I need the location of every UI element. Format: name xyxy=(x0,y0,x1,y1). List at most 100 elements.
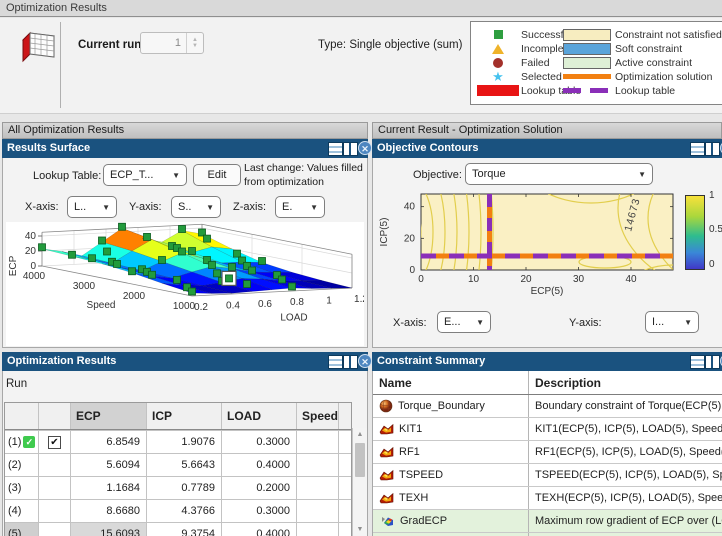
split-columns-icon[interactable] xyxy=(343,355,358,369)
constraint-name: GradECP xyxy=(373,510,529,532)
svg-text:40: 40 xyxy=(25,231,37,242)
checkbox-cell[interactable]: ✔ xyxy=(39,431,71,453)
value-cell[interactable] xyxy=(297,454,339,476)
svg-text:30: 30 xyxy=(573,274,585,285)
table-row[interactable]: (3) 1.1684 0.7789 0.2000 xyxy=(5,476,351,499)
checkbox-cell[interactable] xyxy=(39,477,71,499)
row-label: (1) ✓ xyxy=(5,431,39,453)
optimization-type-text: Type: Single objective (sum) xyxy=(318,39,463,51)
table-row[interactable]: (4) 8.6680 4.3766 0.3000 xyxy=(5,499,351,522)
lookup-table-dropdown[interactable]: ECP_T... ▼ xyxy=(103,164,187,186)
x-axis-dropdown[interactable]: L.. ▼ xyxy=(67,196,117,218)
constraint-row[interactable]: RF1 RF1(ECP(5), ICP(5), LOAD(5), Speed(5 xyxy=(373,441,722,464)
constraint-row[interactable]: TSPEED TSPEED(ECP(5), ICP(5), LOAD(5), Sp xyxy=(373,464,722,487)
value-cell[interactable] xyxy=(297,477,339,499)
contour-y-axis-dropdown[interactable]: I... ▼ xyxy=(645,311,699,333)
scroll-up-icon[interactable]: ▲ xyxy=(353,431,367,438)
constraint-name: TSPEED xyxy=(373,464,529,486)
legend-item: Active constraint xyxy=(563,56,722,69)
split-rows-icon[interactable] xyxy=(328,142,343,156)
table-scrollbar[interactable]: ▲ ▼ xyxy=(352,428,367,536)
value-cell[interactable]: 5.6094 xyxy=(71,454,147,476)
value-cell[interactable]: 0.4000 xyxy=(222,454,297,476)
value-cell[interactable]: 9.3754 xyxy=(147,523,222,536)
surface-icon xyxy=(379,423,394,435)
value-cell[interactable]: 6.8549 xyxy=(71,431,147,453)
column-header-speed[interactable]: Speed xyxy=(297,403,339,429)
value-cell[interactable] xyxy=(297,431,339,453)
column-header-icp[interactable]: ICP xyxy=(147,403,222,429)
value-cell[interactable]: 4.3766 xyxy=(147,500,222,522)
results-surface-plot[interactable]: 0204040003000200010000.20.40.60.811.2Spe… xyxy=(6,222,364,346)
column-header-description[interactable]: Description xyxy=(529,371,722,394)
value-cell[interactable]: 0.4000 xyxy=(222,523,297,536)
split-rows-icon[interactable] xyxy=(690,355,705,369)
constraint-name: Torque_Boundary xyxy=(373,395,529,417)
split-rows-icon[interactable] xyxy=(690,142,705,156)
table-row[interactable]: (5) 15.6093 9.3754 0.4000 xyxy=(5,522,351,536)
toolbar-divider xyxy=(60,22,61,108)
svg-text:20: 20 xyxy=(520,274,532,285)
value-cell[interactable] xyxy=(297,523,339,536)
value-cell[interactable]: 0.3000 xyxy=(222,431,297,453)
colorbar-tick-1: 1 xyxy=(709,190,715,201)
split-columns-icon[interactable] xyxy=(343,142,358,156)
constraint-description: Boundary constraint of Torque(ECP(5), xyxy=(535,400,722,412)
constraint-summary-title: Constraint Summary xyxy=(377,355,486,367)
column-header-name[interactable]: Name xyxy=(373,371,529,394)
value-cell[interactable]: 8.6680 xyxy=(71,500,147,522)
scrollbar-thumb[interactable] xyxy=(355,443,365,477)
filler-cell xyxy=(339,500,351,522)
legend-label: Soft constraint xyxy=(615,42,683,55)
checkbox-cell[interactable] xyxy=(39,523,71,536)
value-cell[interactable]: 0.3000 xyxy=(222,500,297,522)
value-cell[interactable]: 1.1684 xyxy=(71,477,147,499)
svg-text:ECP: ECP xyxy=(8,255,19,276)
checkbox-cell[interactable] xyxy=(39,500,71,522)
current-run-spinner[interactable]: 1 ▲ ▼ xyxy=(140,32,204,54)
close-icon[interactable]: ✕ xyxy=(358,141,372,155)
constraint-row[interactable]: Torque_Boundary Boundary constraint of To… xyxy=(373,395,722,418)
split-columns-icon[interactable] xyxy=(705,142,720,156)
circle-icon xyxy=(475,57,521,68)
table-header-cell xyxy=(339,403,351,429)
constraint-summary-header: Constraint Summary ✕ xyxy=(372,352,722,371)
constraint-row[interactable]: TEXH TEXH(ECP(5), ICP(5), LOAD(5), Speed xyxy=(373,487,722,510)
objective-dropdown[interactable]: Torque ▼ xyxy=(465,163,653,185)
value-cell[interactable]: 0.7789 xyxy=(147,477,222,499)
contour-y-axis-label: Y-axis: xyxy=(569,317,602,329)
sphere-icon xyxy=(379,399,393,413)
colorbar-tick-05: 0.5 xyxy=(709,224,722,235)
table-row[interactable]: (2) 5.6094 5.6643 0.4000 xyxy=(5,453,351,476)
column-header-ecp[interactable]: ECP xyxy=(71,403,147,429)
split-rows-icon[interactable] xyxy=(328,355,343,369)
value-cell[interactable] xyxy=(297,500,339,522)
chevron-down-icon: ▼ xyxy=(172,170,180,180)
edit-button[interactable]: Edit xyxy=(193,164,241,186)
value-cell[interactable]: 1.9076 xyxy=(147,431,222,453)
successful-icon: ✓ xyxy=(23,436,36,448)
svg-text:10: 10 xyxy=(468,274,480,285)
z-axis-value: E. xyxy=(282,201,293,213)
constraint-row[interactable]: KIT1 KIT1(ECP(5), ICP(5), LOAD(5), Speed( xyxy=(373,418,722,441)
column-header-load[interactable]: LOAD xyxy=(222,403,297,429)
split-columns-icon[interactable] xyxy=(705,355,720,369)
table-row[interactable]: (1) ✓ ✔ 6.8549 1.9076 0.3000 xyxy=(5,430,351,453)
constraint-row[interactable]: GradECP Maximum row gradient of ECP over … xyxy=(373,510,722,533)
section-all-optimization-results: All Optimization Results xyxy=(2,122,368,139)
objective-contour-plot[interactable]: 14673 0 10 20 30 4002040ECP(5)ICP(5) xyxy=(373,188,722,306)
svg-text:40: 40 xyxy=(404,202,416,213)
close-icon[interactable]: ✕ xyxy=(358,354,372,368)
value-cell[interactable]: 5.6643 xyxy=(147,454,222,476)
contour-x-axis-dropdown[interactable]: E... ▼ xyxy=(437,311,491,333)
scroll-down-icon[interactable]: ▼ xyxy=(353,526,367,533)
y-axis-dropdown[interactable]: S.. ▼ xyxy=(171,196,221,218)
value-cell[interactable]: 15.6093 xyxy=(71,523,147,536)
checkbox-cell[interactable] xyxy=(39,454,71,476)
star-icon: ★ xyxy=(492,69,504,85)
value-cell[interactable]: 0.2000 xyxy=(222,477,297,499)
row-checkbox[interactable]: ✔ xyxy=(48,435,61,449)
spinner-arrows-icon[interactable]: ▲ ▼ xyxy=(186,33,203,53)
last-change-note: Last change: Values filled from optimiza… xyxy=(244,162,363,188)
z-axis-dropdown[interactable]: E. ▼ xyxy=(275,196,325,218)
